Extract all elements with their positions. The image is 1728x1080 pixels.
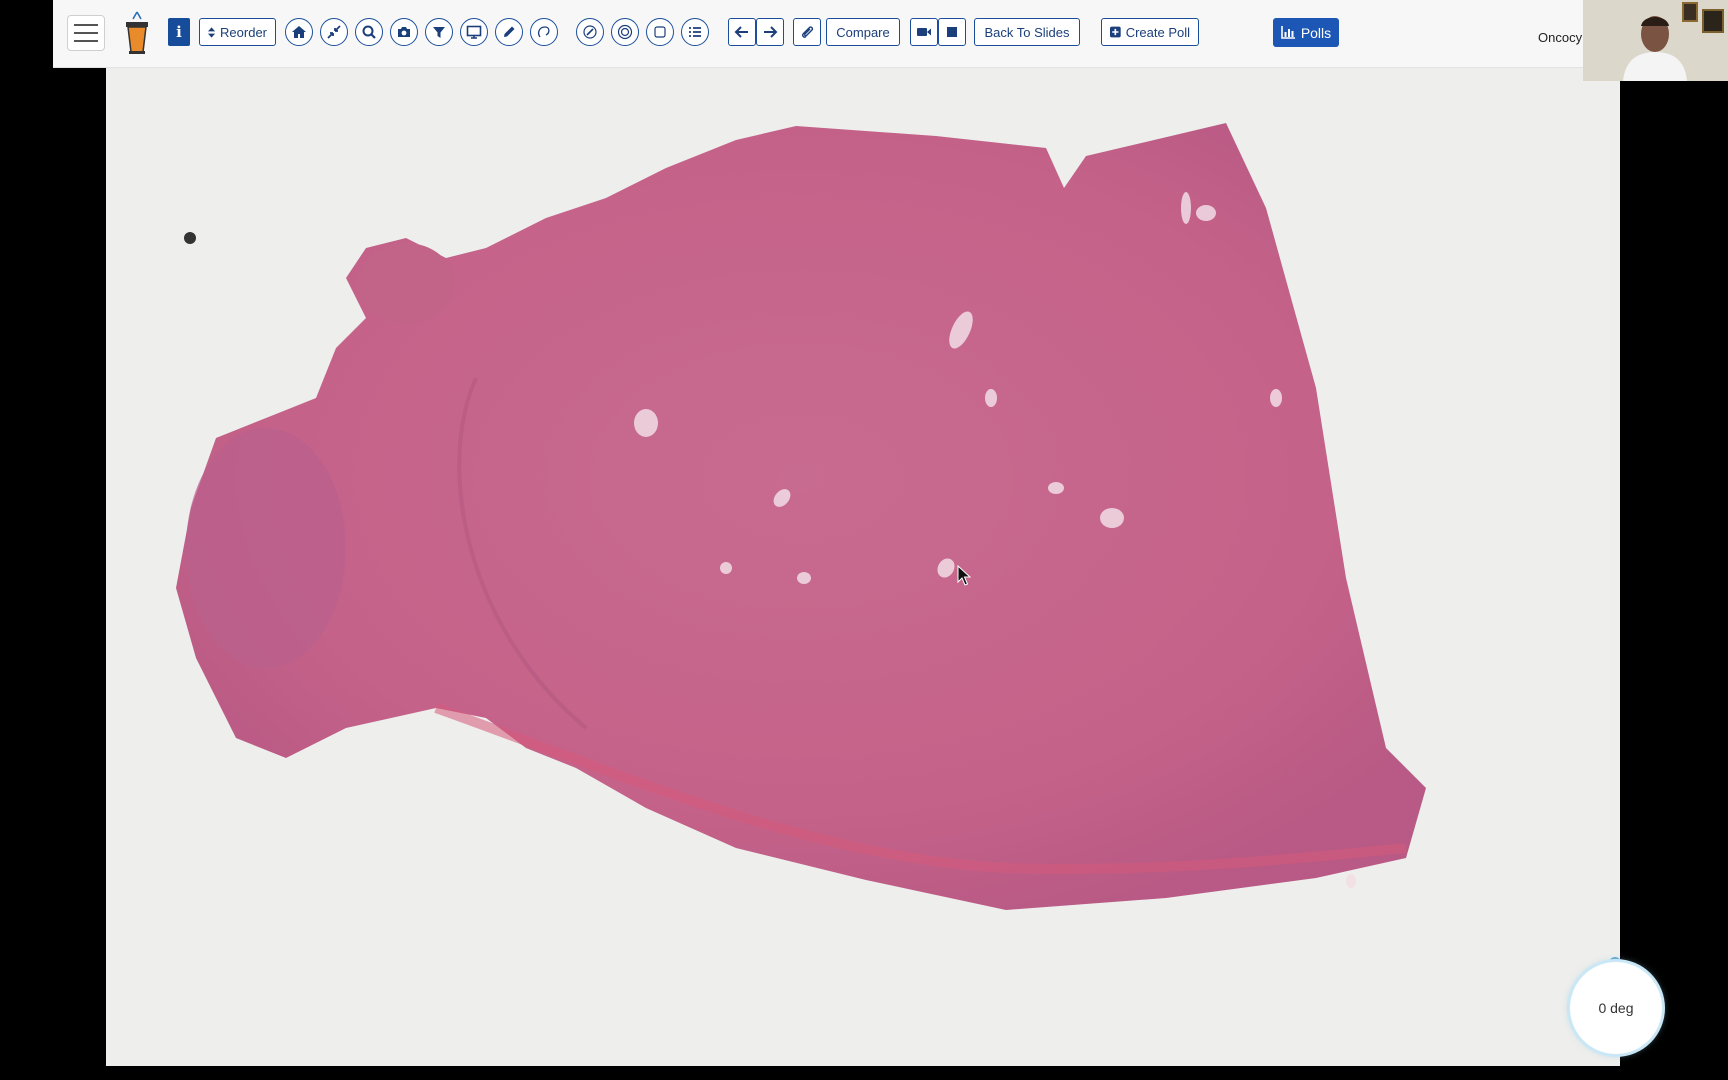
presenter-video-feed [1583, 0, 1728, 81]
mouse-cursor-icon [957, 565, 971, 586]
previous-button[interactable] [728, 18, 756, 46]
create-poll-button[interactable]: Create Poll [1101, 18, 1199, 46]
tissue-section-image [176, 123, 1426, 910]
arrow-right-icon [764, 26, 778, 38]
attach-button[interactable] [793, 18, 821, 46]
paperclip-icon [802, 26, 814, 38]
collapse-icon [327, 25, 341, 39]
arrow-left-icon [734, 26, 748, 38]
square-button[interactable] [646, 18, 674, 46]
annotate-button[interactable] [576, 18, 604, 46]
zoom-button[interactable] [355, 18, 383, 46]
monitor-button[interactable] [460, 18, 488, 46]
filter-icon [433, 27, 445, 38]
tissue-main [176, 123, 1426, 910]
presenter-webcam [1583, 0, 1728, 81]
plus-square-icon [1110, 26, 1121, 38]
video-button[interactable] [910, 18, 938, 46]
filter-button[interactable] [425, 18, 453, 46]
annotate-icon [583, 25, 597, 39]
info-button[interactable]: i [168, 18, 190, 46]
polls-label: Polls [1300, 24, 1332, 41]
video-icon [917, 28, 931, 36]
pencil-icon [504, 26, 515, 37]
top-toolbar: i Reorder Compare Back To Slides Create … [53, 0, 1583, 68]
home-icon [292, 26, 306, 38]
tissue-nodule [358, 243, 454, 323]
square-icon [654, 26, 666, 38]
stop-icon [947, 27, 957, 37]
back-to-slides-label: Back To Slides [984, 24, 1070, 40]
back-to-slides-button[interactable]: Back To Slides [974, 18, 1080, 46]
debris-dot [184, 232, 196, 244]
target-icon [617, 24, 633, 40]
create-poll-label: Create Poll [1125, 24, 1190, 40]
polls-button[interactable]: Polls [1273, 18, 1339, 47]
compare-button[interactable]: Compare [826, 18, 900, 46]
menu-button[interactable] [67, 15, 105, 51]
sort-icon [208, 26, 216, 38]
list-icon [689, 27, 701, 37]
camera-button[interactable] [390, 18, 418, 46]
compare-label: Compare [836, 24, 890, 40]
collapse-button[interactable] [320, 18, 348, 46]
tissue-left-lobe [186, 428, 346, 668]
camera-icon [398, 27, 410, 37]
pencil-button[interactable] [495, 18, 523, 46]
slide-viewer[interactable] [106, 68, 1620, 1066]
next-button[interactable] [756, 18, 784, 46]
monitor-icon [466, 25, 482, 39]
podium-logo [126, 11, 148, 54]
info-icon: i [176, 23, 182, 41]
target-button[interactable] [611, 18, 639, 46]
lasso-button[interactable] [530, 18, 558, 46]
home-button[interactable] [285, 18, 313, 46]
lasso-icon [538, 26, 550, 38]
stop-button[interactable] [938, 18, 966, 46]
reorder-label: Reorder [220, 24, 267, 40]
organization-name: Oncocy [1538, 30, 1583, 45]
list-button[interactable] [681, 18, 709, 46]
rotation-label: 0 deg [1598, 1000, 1634, 1016]
bar-chart-icon [1281, 26, 1295, 39]
reorder-button[interactable]: Reorder [199, 18, 276, 46]
zoom-icon [362, 25, 376, 39]
rotation-control[interactable]: 0 deg [1570, 962, 1662, 1054]
